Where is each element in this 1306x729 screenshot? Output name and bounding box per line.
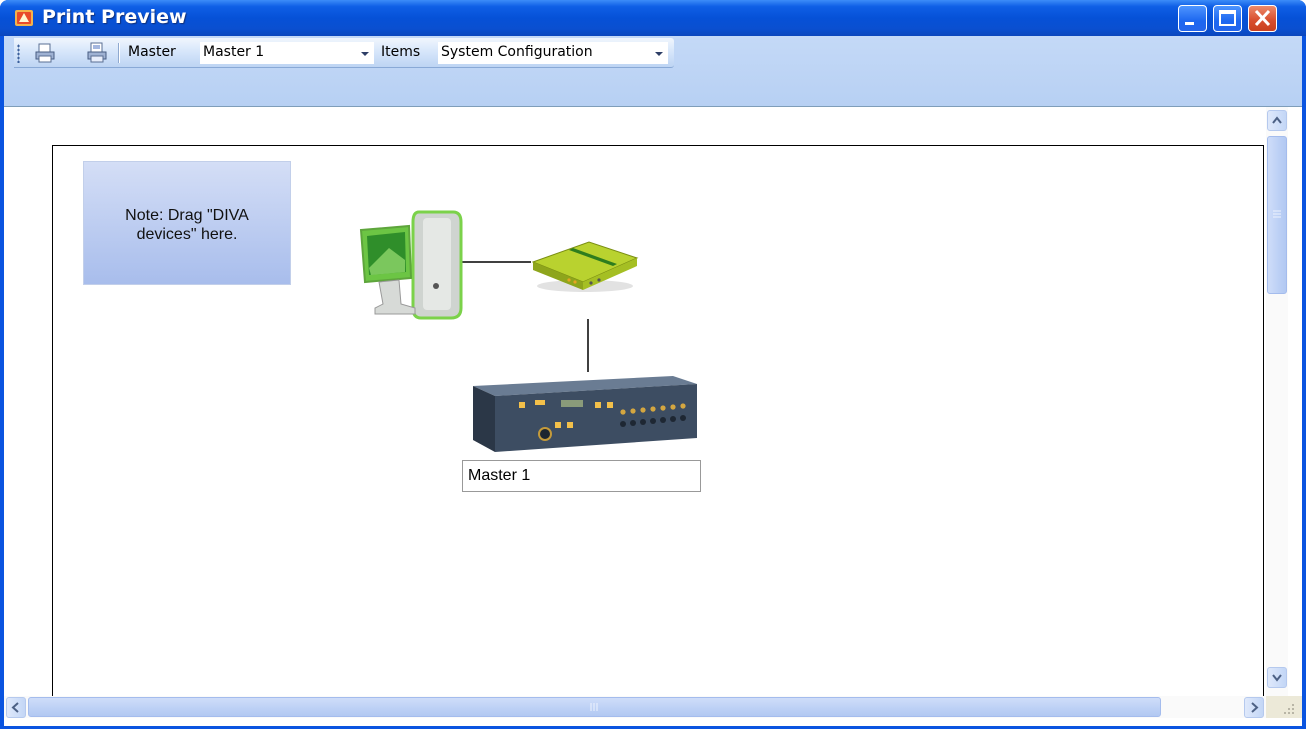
items-select[interactable]: System Configuration [438,42,668,64]
chevron-right-icon [1251,702,1259,713]
grip-icon [1273,210,1281,218]
size-grip[interactable] [1266,696,1302,718]
window-title: Print Preview [42,6,187,28]
horizontal-scrollbar[interactable] [4,696,1288,718]
chevron-down-icon[interactable] [650,42,668,64]
toolstrip-grip[interactable] [17,44,20,63]
maximize-icon [1219,10,1236,26]
scroll-up-button[interactable] [1267,110,1287,131]
computer-icon[interactable] [359,208,463,320]
chevron-down-icon [1272,674,1282,682]
maximize-button[interactable] [1213,5,1242,32]
scroll-left-button[interactable] [6,697,26,718]
scroll-right-button[interactable] [1244,697,1264,718]
window-content: Master Master 1 Items System Configurati… [4,36,1302,726]
close-button[interactable] [1248,5,1277,32]
device-label-text: Master 1 [468,467,531,484]
minimize-button[interactable] [1178,5,1207,32]
chevron-left-icon [11,702,19,713]
toolbar-separator [118,43,120,63]
master-label: Master [128,44,176,60]
vertical-scrollbar[interactable] [1266,107,1288,696]
printer-icon[interactable] [34,42,56,64]
grip-icon [590,703,598,711]
preview-page: Note: Drag "DIVA devices" here. Master 1 [52,145,1264,706]
items-label: Items [381,44,421,60]
horizontal-scroll-thumb[interactable] [28,697,1161,717]
page-setup-printer-icon[interactable] [86,42,108,64]
resize-grip-icon [1284,704,1294,714]
master-select[interactable]: Master 1 [200,42,374,64]
title-bar[interactable]: Print Preview [0,0,1306,36]
app-icon [14,8,34,28]
device-label[interactable]: Master 1 [462,460,701,492]
switch-icon[interactable] [529,236,641,296]
items-select-value: System Configuration [441,44,593,60]
toolstrip: Master Master 1 Items System Configurati… [14,38,674,68]
minimize-icon [1185,22,1194,25]
chevron-down-icon[interactable] [356,42,374,64]
close-icon [1254,9,1271,27]
master-device-icon[interactable] [467,372,701,456]
master-select-value: Master 1 [203,44,265,60]
toolbar-area: Master Master 1 Items System Configurati… [4,36,1302,106]
chevron-up-icon [1272,116,1282,124]
vertical-scroll-thumb[interactable] [1267,136,1287,294]
scroll-down-button[interactable] [1267,667,1287,688]
preview-viewport[interactable]: Note: Drag "DIVA devices" here. Master 1 [4,106,1302,726]
print-preview-window: Print Preview Master Master 1 Items Syst… [0,0,1306,729]
